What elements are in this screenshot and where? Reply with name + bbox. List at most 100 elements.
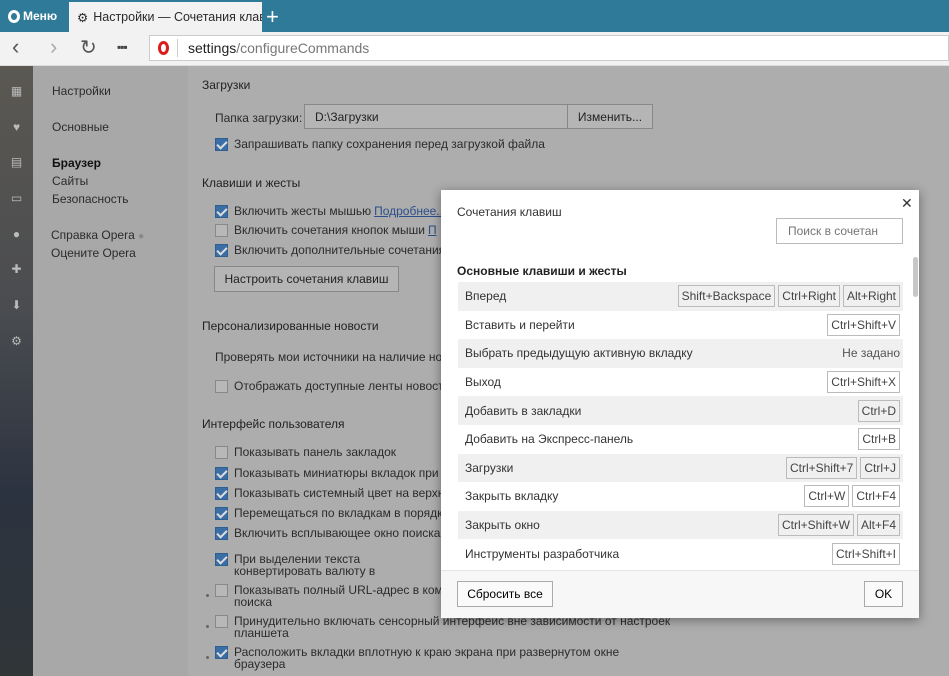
advanced-row[interactable]: Включить дополнительные сочетания: [215, 244, 445, 257]
checkbox[interactable]: [215, 584, 228, 597]
gestures-more-link[interactable]: Подробнее...: [374, 205, 446, 217]
ui-option-row[interactable]: Расположить вкладки вплотную к краю экра…: [215, 646, 619, 670]
downloads-icon[interactable]: ⬇: [0, 298, 33, 312]
checkbox[interactable]: [215, 244, 228, 257]
ui-option-label: Показывать системный цвет на верхн: [234, 486, 445, 500]
rocker-row[interactable]: Включить сочетания кнопок мыши П: [215, 224, 437, 237]
separator: [177, 39, 178, 57]
devices-icon[interactable]: ▭: [0, 191, 33, 205]
ui-option-row[interactable]: Перемещаться по вкладкам в порядк: [215, 507, 442, 520]
nav-item-browser[interactable]: Браузер: [52, 156, 101, 170]
news-show-row[interactable]: Отображать доступные ленты новост: [215, 380, 444, 393]
ask-download-row[interactable]: Запрашивать папку сохранения перед загру…: [215, 138, 545, 151]
checkbox[interactable]: [215, 487, 228, 500]
ui-option-label: Расположить вкладки вплотную к краю экра…: [234, 645, 620, 671]
ui-option-label: При выделении текста конвертировать валют…: [234, 552, 376, 578]
ui-option-row[interactable]: Показывать панель закладок: [215, 446, 396, 459]
help-label: Справка Opera: [51, 228, 135, 242]
news-icon[interactable]: ▤: [0, 155, 33, 169]
gestures-row[interactable]: Включить жесты мышью Подробнее...: [215, 205, 446, 218]
shortcut-name: Добавить на Экспресс-панель: [465, 432, 634, 447]
news-check-label: Проверять мои источники на наличие но: [215, 350, 443, 364]
close-dialog-icon[interactable]: ✕: [901, 195, 913, 212]
ui-option-row[interactable]: Показывать системный цвет на верхн: [215, 487, 444, 500]
checkbox[interactable]: [215, 138, 228, 151]
download-folder-field[interactable]: D:\Загрузки: [304, 104, 568, 129]
configure-shortcuts-button[interactable]: Настроить сочетания клавиш: [214, 266, 399, 292]
keys-heading: Клавиши и жесты: [202, 176, 301, 190]
shortcut-key[interactable]: Ctrl+J: [860, 456, 900, 479]
shortcut-key[interactable]: Ctrl+Shift+I: [831, 542, 900, 565]
checkbox[interactable]: [215, 205, 228, 218]
ui-option-row[interactable]: Показывать миниатюры вкладок при: [215, 467, 439, 480]
scrollbar[interactable]: [913, 257, 918, 297]
shortcut-search-input[interactable]: [776, 218, 903, 244]
shortcut-unset[interactable]: Не задано: [842, 346, 900, 360]
nav-item-help[interactable]: Справка Opera ●: [51, 228, 144, 242]
address-bar[interactable]: settings/configureCommands: [149, 35, 949, 61]
shortcut-key[interactable]: Ctrl+Shift+V: [827, 313, 900, 336]
history-icon[interactable]: ●: [0, 227, 33, 241]
nav-item-basic[interactable]: Основные: [52, 120, 109, 134]
new-tab-button[interactable]: +: [266, 4, 279, 30]
checkbox[interactable]: [215, 507, 228, 520]
advanced-label: Включить дополнительные сочетания: [234, 243, 446, 257]
opera-logo-icon: [158, 41, 169, 55]
download-folder-label: Папка загрузки:: [215, 111, 303, 125]
ui-option-row[interactable]: Показывать полный URL-адрес в ком поиска: [215, 584, 443, 608]
shortcut-key[interactable]: Ctrl+W: [804, 485, 850, 508]
checkbox[interactable]: [215, 527, 228, 540]
nav-item-sites[interactable]: Сайты: [52, 174, 88, 188]
extensions-icon[interactable]: ✚: [0, 262, 33, 276]
checkbox[interactable]: [215, 646, 228, 659]
ui-option-row[interactable]: При выделении текста конвертировать валют…: [215, 553, 375, 577]
ask-label: Запрашивать папку сохранения перед загру…: [234, 137, 545, 151]
reload-button[interactable]: ↻: [80, 35, 97, 60]
shortcut-key[interactable]: Ctrl+F4: [852, 485, 900, 508]
nav-item-security[interactable]: Безопасность: [52, 192, 129, 206]
checkbox[interactable]: [215, 224, 228, 237]
shortcut-key[interactable]: Alt+Right: [842, 285, 900, 308]
shortcut-key[interactable]: Shift+Backspace: [677, 285, 776, 308]
heart-icon[interactable]: ♥: [0, 120, 33, 134]
shortcut-key[interactable]: Ctrl+B: [858, 428, 900, 451]
shortcut-row: Добавить на Экспресс-панель Ctrl+B: [458, 425, 903, 454]
ui-option-label: Включить всплывающее окно поиска: [234, 526, 441, 540]
ui-option-row[interactable]: Принудительно включать сенсорный интерфе…: [215, 615, 670, 639]
shortcuts-dialog: Сочетания клавиш ✕ Основные клавиши и же…: [441, 190, 919, 618]
shortcut-key[interactable]: Ctrl+Shift+7: [785, 456, 858, 479]
shortcut-name: Выход: [465, 375, 501, 390]
nav-item-rate[interactable]: Оцените Opera: [51, 246, 136, 260]
checkbox[interactable]: [215, 553, 228, 566]
checkbox[interactable]: [215, 446, 228, 459]
change-folder-button[interactable]: Изменить...: [567, 104, 653, 129]
menu-label: Меню: [23, 9, 58, 23]
checkbox[interactable]: [215, 467, 228, 480]
ui-option-row[interactable]: Включить всплывающее окно поиска: [215, 527, 440, 540]
ok-button[interactable]: OK: [864, 581, 903, 607]
speed-dial-grid-icon[interactable]: ▪▪▪: [117, 40, 128, 54]
address-host: settings: [188, 40, 237, 56]
shortcut-key[interactable]: Ctrl+D: [857, 399, 900, 422]
opera-menu-button[interactable]: Меню: [0, 0, 68, 32]
rocker-more-link[interactable]: П: [428, 224, 437, 236]
news-show-label: Отображать доступные ленты новост: [234, 379, 444, 393]
shortcut-key[interactable]: Ctrl+Right: [778, 285, 840, 308]
reset-all-button[interactable]: Сбросить все: [457, 581, 553, 607]
back-button[interactable]: ‹: [12, 34, 19, 60]
shortcut-key[interactable]: Alt+F4: [856, 514, 900, 537]
shortcut-list: Вперед Shift+Backspace Ctrl+Right Alt+Right…: [458, 282, 903, 568]
shortcut-key[interactable]: Ctrl+Shift+X: [827, 371, 900, 394]
shortcut-key[interactable]: Ctrl+Shift+W: [777, 514, 854, 537]
settings-gear-icon[interactable]: ⚙: [0, 334, 33, 348]
forward-button[interactable]: ›: [50, 34, 57, 60]
checkbox[interactable]: [215, 380, 228, 393]
checkbox[interactable]: [215, 615, 228, 628]
managed-indicator-icon: [206, 625, 209, 628]
ui-option-label: Перемещаться по вкладкам в порядк: [234, 506, 443, 520]
speed-dial-icon[interactable]: ▦: [0, 84, 33, 98]
shortcut-name: Вставить и перейти: [465, 317, 575, 332]
shortcut-row: Выход Ctrl+Shift+X: [458, 368, 903, 397]
tab-settings[interactable]: ⚙Настройки — Сочетания клавиш✕: [69, 2, 262, 32]
managed-indicator-icon: [206, 594, 209, 597]
